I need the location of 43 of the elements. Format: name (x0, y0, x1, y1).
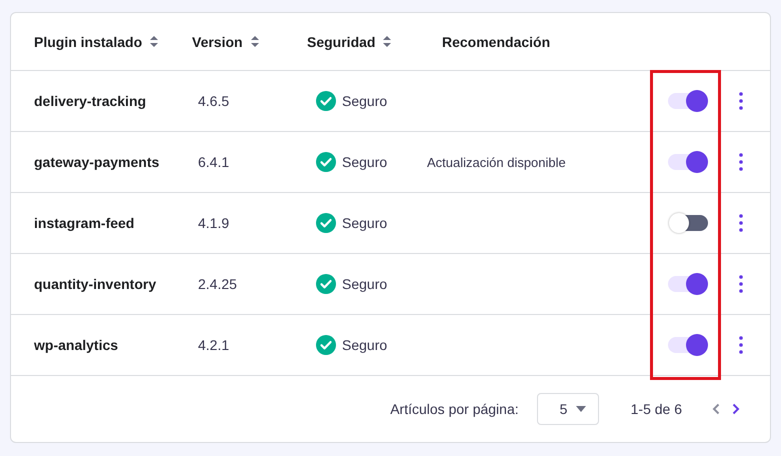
recommendation-text: Actualización disponible (427, 154, 566, 170)
check-icon (316, 213, 336, 233)
per-page-label: Artículos por página: (390, 401, 519, 417)
sort-icon[interactable] (383, 36, 392, 47)
version-text: 4.6.5 (198, 93, 230, 109)
caret-icon (576, 406, 586, 412)
more-icon[interactable] (739, 275, 743, 293)
page-range: 1-5 de 6 (630, 401, 682, 417)
check-icon (316, 152, 336, 172)
toggle-switch[interactable] (668, 212, 708, 234)
column-header[interactable]: Seguridad (307, 34, 376, 50)
security-status: Seguro (342, 215, 388, 231)
version-text: 4.2.1 (198, 337, 230, 353)
sort-icon[interactable] (250, 36, 259, 47)
check-icon (316, 91, 336, 111)
security-status: Seguro (342, 154, 388, 170)
more-icon[interactable] (739, 336, 743, 354)
plugin-name: wp-analytics (34, 337, 118, 353)
version-text: 4.1.9 (198, 215, 230, 231)
plugin-name: instagram-feed (34, 215, 134, 231)
toggle-switch[interactable] (668, 90, 708, 112)
toggle-switch[interactable] (668, 273, 708, 295)
version-text: 2.4.25 (198, 276, 237, 292)
next-page-icon[interactable] (732, 403, 740, 415)
version-text: 6.4.1 (198, 154, 230, 170)
plugin-name: gateway-payments (34, 154, 160, 170)
toggle-switch[interactable] (668, 334, 708, 356)
sort-icon[interactable] (150, 36, 158, 47)
security-status: Seguro (342, 337, 388, 353)
check-icon (316, 274, 336, 294)
toggle-switch[interactable] (668, 151, 708, 173)
column-header[interactable]: Plugin instalado (34, 34, 142, 50)
plugin-name: quantity-inventory (34, 276, 156, 292)
plugin-name: delivery-tracking (34, 93, 146, 109)
column-header[interactable]: Version (192, 34, 243, 50)
column-header: Recomendación (442, 34, 550, 50)
check-icon (316, 335, 336, 355)
more-icon[interactable] (739, 214, 743, 232)
per-page-select[interactable]: 5 (536, 393, 599, 425)
more-icon[interactable] (739, 92, 743, 110)
security-status: Seguro (342, 93, 388, 109)
more-icon[interactable] (739, 153, 743, 171)
security-status: Seguro (342, 276, 388, 292)
